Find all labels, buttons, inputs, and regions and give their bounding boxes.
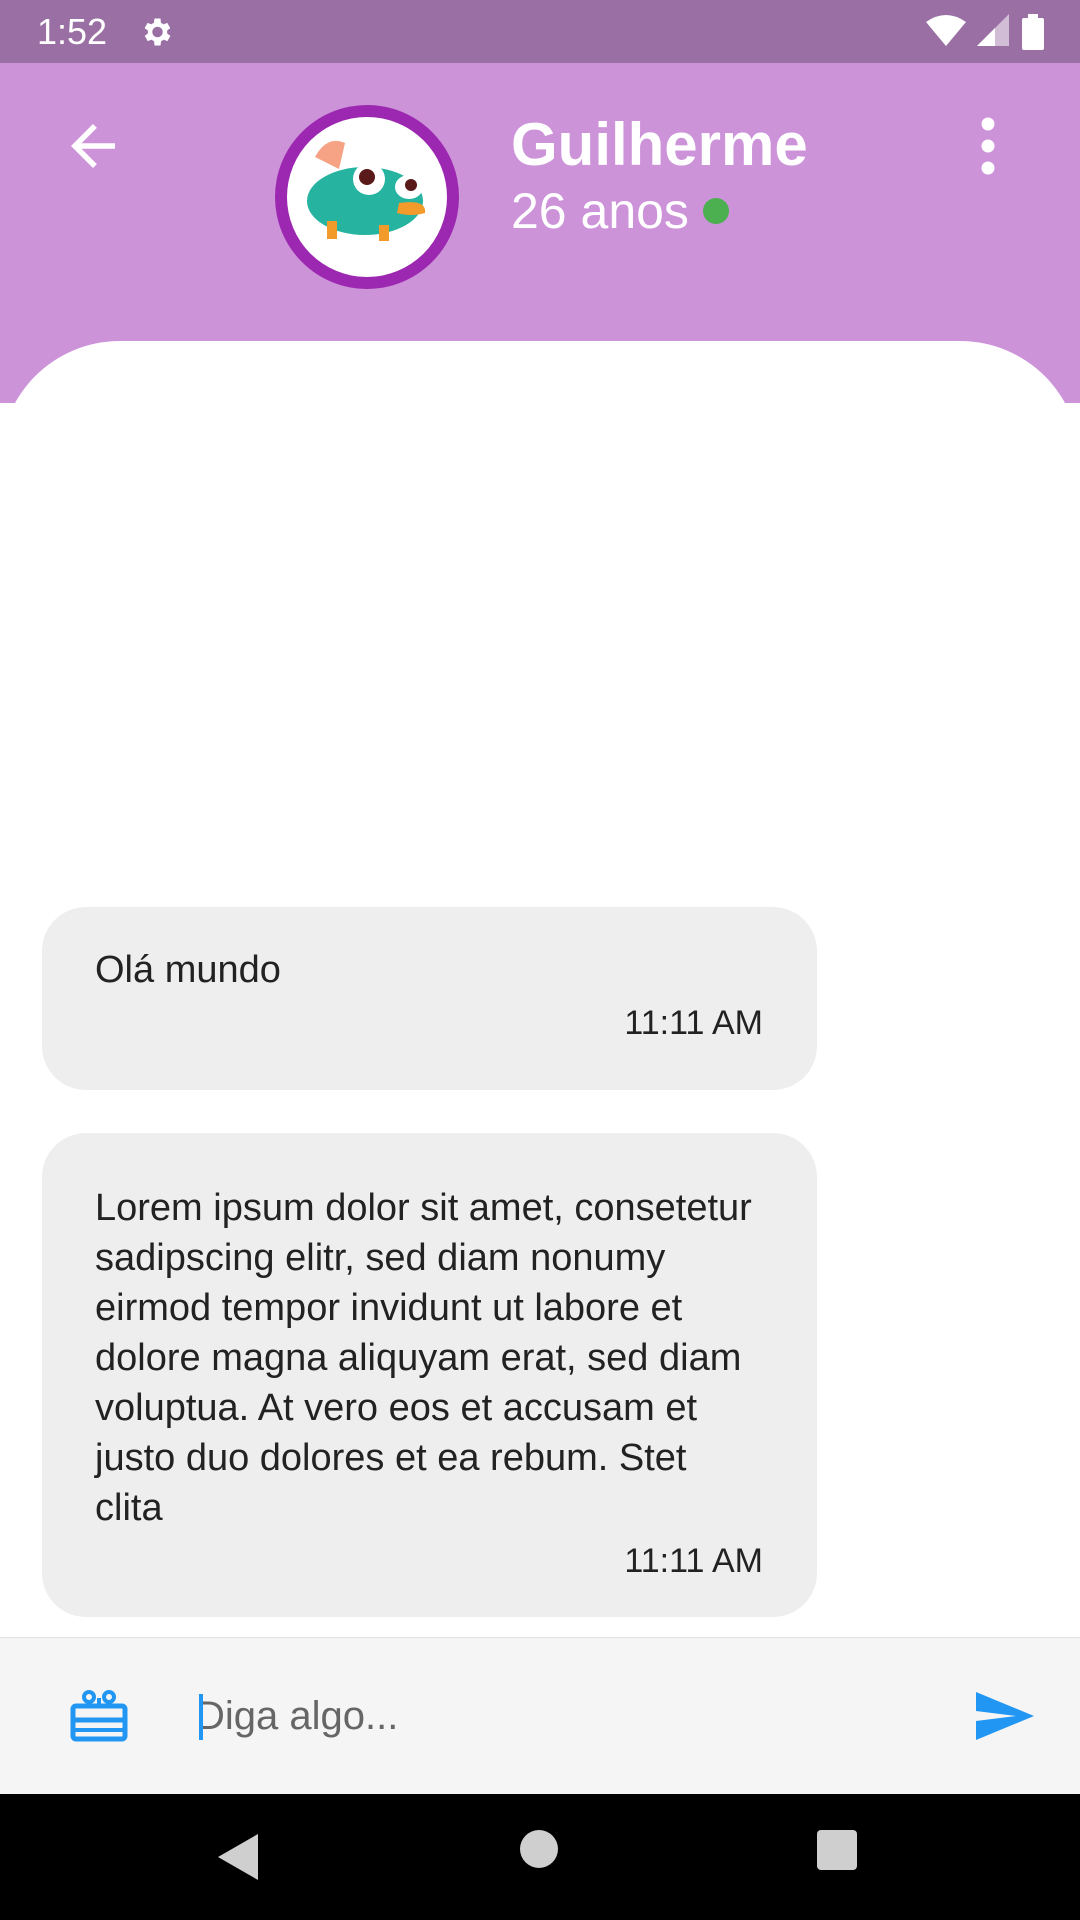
message-bubble[interactable]: Lorem ipsum dolor sit amet, consetetur s… <box>42 1133 817 1617</box>
wifi-icon <box>920 14 971 46</box>
home-circle-icon[interactable] <box>520 1830 558 1868</box>
message-composer <box>0 1637 1080 1795</box>
system-nav-bar <box>0 1794 1080 1920</box>
message-text: Lorem ipsum dolor sit amet, consetetur s… <box>95 1187 752 1529</box>
more-options-button[interactable] <box>966 113 1010 179</box>
more-vert-icon <box>981 117 995 175</box>
contact-age: 26 anos <box>511 183 689 239</box>
avatar[interactable] <box>275 105 459 289</box>
message-bubble[interactable]: Olá mundo 11:11 AM <box>42 907 817 1090</box>
platypus-avatar-icon <box>307 140 426 241</box>
status-time: 1:52 <box>37 11 108 52</box>
message-input[interactable] <box>196 1676 916 1756</box>
send-button[interactable] <box>974 1690 1036 1746</box>
cake-gift-icon <box>70 1690 128 1742</box>
back-triangle-icon[interactable] <box>218 1834 258 1884</box>
cell-signal-icon <box>971 14 1016 46</box>
message-time: 11:11 AM <box>624 1542 763 1580</box>
message-text: Olá mundo <box>95 949 281 991</box>
battery-icon <box>1016 14 1044 50</box>
send-icon <box>976 1692 1034 1740</box>
message-list[interactable]: Olá mundo 11:11 AM Lorem ipsum dolor sit… <box>0 341 1080 1637</box>
contact-age-row: 26 anos <box>511 179 729 243</box>
arrow-left-icon <box>71 124 115 168</box>
recents-square-icon[interactable] <box>817 1830 857 1870</box>
back-button[interactable] <box>60 113 126 179</box>
avatar-image <box>287 117 447 277</box>
message-time: 11:11 AM <box>624 1004 763 1042</box>
gift-button[interactable] <box>70 1690 128 1746</box>
online-status-dot <box>702 197 729 224</box>
gear-icon <box>138 14 174 54</box>
contact-name: Guilherme <box>511 111 808 178</box>
status-bar: 1:52 <box>0 0 1080 63</box>
text-cursor <box>199 1694 203 1740</box>
